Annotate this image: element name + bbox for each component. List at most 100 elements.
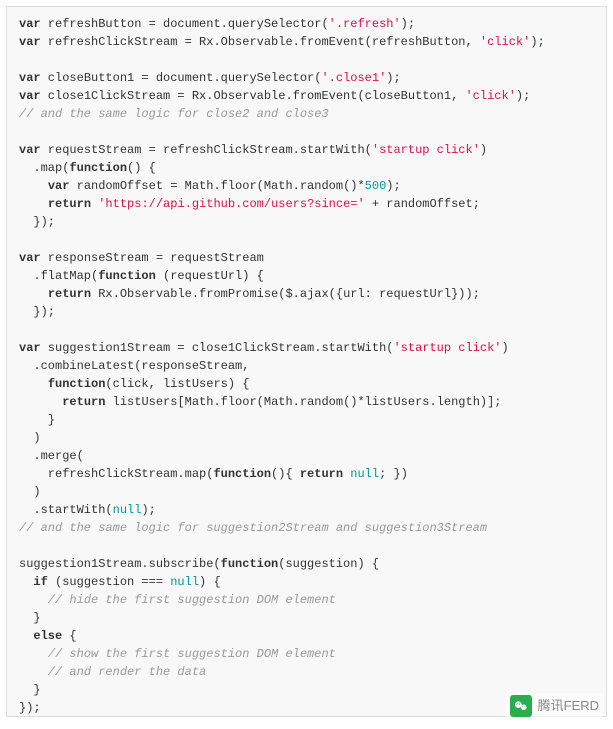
code-line: var suggestion1Stream = close1ClickStrea… bbox=[19, 339, 594, 357]
code-line: // show the first suggestion DOM element bbox=[19, 645, 594, 663]
code-token: .flatMap( bbox=[19, 269, 98, 283]
code-token: null bbox=[170, 575, 199, 589]
code-token: + randomOffset; bbox=[365, 197, 480, 211]
code-token: return bbox=[48, 287, 91, 301]
code-token: (){ bbox=[271, 467, 300, 481]
code-token: ); bbox=[401, 17, 415, 31]
code-line: .merge( bbox=[19, 447, 594, 465]
code-token: ); bbox=[141, 503, 155, 517]
code-line: }); bbox=[19, 213, 594, 231]
code-token: } bbox=[19, 683, 41, 697]
code-line bbox=[19, 51, 594, 69]
code-token bbox=[19, 647, 48, 661]
code-token: }); bbox=[19, 215, 55, 229]
code-line: // and render the data bbox=[19, 663, 594, 681]
code-token: ) bbox=[19, 485, 41, 499]
code-token: randomOffset = Math.floor(Math.random()* bbox=[69, 179, 364, 193]
code-token: ); bbox=[386, 179, 400, 193]
code-token: return bbox=[62, 395, 105, 409]
code-block: var refreshButton = document.querySelect… bbox=[6, 6, 607, 717]
code-token: function bbox=[48, 377, 106, 391]
code-line: return listUsers[Math.floor(Math.random(… bbox=[19, 393, 594, 411]
code-token: close1ClickStream = Rx.Observable.fromEv… bbox=[41, 89, 466, 103]
code-token: null bbox=[113, 503, 142, 517]
code-line: ) bbox=[19, 429, 594, 447]
code-token: // and render the data bbox=[48, 665, 206, 679]
code-token: if bbox=[33, 575, 47, 589]
code-token: suggestion1Stream.subscribe( bbox=[19, 557, 221, 571]
code-token: ) bbox=[480, 143, 487, 157]
code-token: var bbox=[19, 17, 41, 31]
code-token bbox=[19, 377, 48, 391]
code-token: closeButton1 = document.querySelector( bbox=[41, 71, 322, 85]
code-token: var bbox=[48, 179, 70, 193]
code-line bbox=[19, 537, 594, 555]
code-line: // and the same logic for close2 and clo… bbox=[19, 105, 594, 123]
code-line: } bbox=[19, 411, 594, 429]
code-token: 'https://api.github.com/users?since=' bbox=[98, 197, 364, 211]
code-line: }); bbox=[19, 303, 594, 321]
code-token: (click, listUsers) { bbox=[105, 377, 249, 391]
code-line: var close1ClickStream = Rx.Observable.fr… bbox=[19, 87, 594, 105]
wechat-icon bbox=[510, 695, 532, 717]
code-token: function bbox=[221, 557, 279, 571]
code-token: refreshClickStream = Rx.Observable.fromE… bbox=[41, 35, 480, 49]
code-token: () { bbox=[127, 161, 156, 175]
code-token: // show the first suggestion DOM element bbox=[48, 647, 336, 661]
code-token: var bbox=[19, 35, 41, 49]
code-line bbox=[19, 231, 594, 249]
code-token: 'click' bbox=[480, 35, 530, 49]
code-token: function bbox=[69, 161, 127, 175]
code-token bbox=[19, 197, 48, 211]
code-token: ); bbox=[386, 71, 400, 85]
code-token: } bbox=[19, 413, 55, 427]
code-line: var requestStream = refreshClickStream.s… bbox=[19, 141, 594, 159]
watermark: 腾讯FERD bbox=[506, 693, 603, 719]
code-token: .startWith( bbox=[19, 503, 113, 517]
code-token: refreshClickStream.map( bbox=[19, 467, 213, 481]
code-line: suggestion1Stream.subscribe(function(sug… bbox=[19, 555, 594, 573]
code-token: (requestUrl) { bbox=[156, 269, 264, 283]
code-token: // and the same logic for close2 and clo… bbox=[19, 107, 329, 121]
code-token: return bbox=[48, 197, 91, 211]
code-line bbox=[19, 123, 594, 141]
code-token: var bbox=[19, 89, 41, 103]
code-token: 'startup click' bbox=[372, 143, 480, 157]
code-token: }); bbox=[19, 305, 55, 319]
code-token: function bbox=[98, 269, 156, 283]
code-token: 'startup click' bbox=[393, 341, 501, 355]
code-token: (suggestion) { bbox=[278, 557, 379, 571]
code-token: var bbox=[19, 71, 41, 85]
code-token: ) bbox=[19, 431, 41, 445]
code-line: var closeButton1 = document.querySelecto… bbox=[19, 69, 594, 87]
code-token: ); bbox=[516, 89, 530, 103]
code-token: .merge( bbox=[19, 449, 84, 463]
code-token bbox=[19, 179, 48, 193]
code-token: { bbox=[62, 629, 76, 643]
code-token: null bbox=[350, 467, 379, 481]
code-line: function(click, listUsers) { bbox=[19, 375, 594, 393]
code-token: Rx.Observable.fromPromise($.ajax({url: r… bbox=[91, 287, 480, 301]
code-token: responseStream = requestStream bbox=[41, 251, 264, 265]
code-token: (suggestion === bbox=[48, 575, 170, 589]
watermark-text: 腾讯FERD bbox=[538, 696, 599, 716]
code-line: else { bbox=[19, 627, 594, 645]
code-line: var responseStream = requestStream bbox=[19, 249, 594, 267]
code-line: var refreshClickStream = Rx.Observable.f… bbox=[19, 33, 594, 51]
code-line: return Rx.Observable.fromPromise($.ajax(… bbox=[19, 285, 594, 303]
code-line: var refreshButton = document.querySelect… bbox=[19, 15, 594, 33]
code-token: var bbox=[19, 143, 41, 157]
code-line: .map(function() { bbox=[19, 159, 594, 177]
code-token: } bbox=[19, 611, 41, 625]
code-line: // hide the first suggestion DOM element bbox=[19, 591, 594, 609]
code-line: var randomOffset = Math.floor(Math.rando… bbox=[19, 177, 594, 195]
code-line: return 'https://api.github.com/users?sin… bbox=[19, 195, 594, 213]
code-line: .flatMap(function (requestUrl) { bbox=[19, 267, 594, 285]
code-token: ); bbox=[530, 35, 544, 49]
code-token: listUsers[Math.floor(Math.random()*listU… bbox=[105, 395, 501, 409]
code-token: ) { bbox=[199, 575, 221, 589]
code-token: function bbox=[213, 467, 271, 481]
code-token: .map( bbox=[19, 161, 69, 175]
code-token: // and the same logic for suggestion2Str… bbox=[19, 521, 487, 535]
code-line: .startWith(null); bbox=[19, 501, 594, 519]
